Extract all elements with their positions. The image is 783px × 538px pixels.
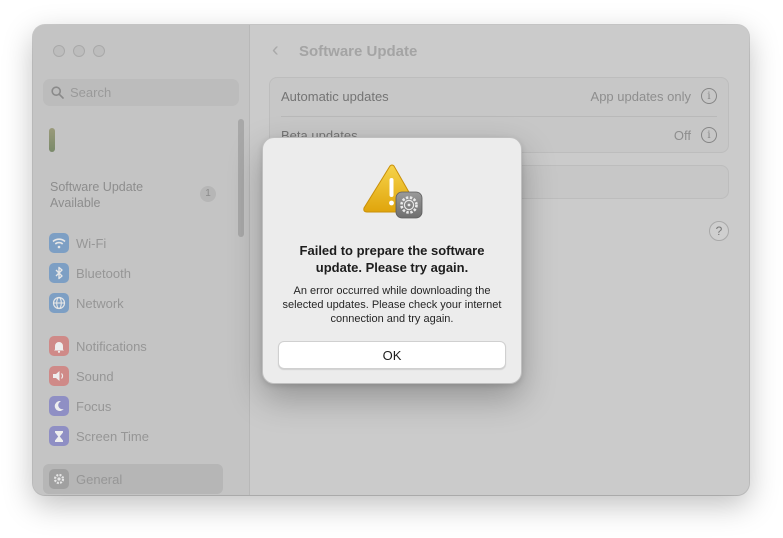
dialog-title: Failed to prepare the software update. P… bbox=[299, 243, 485, 275]
sidebar-item-network[interactable]: Network bbox=[49, 291, 124, 315]
software-update-available-item[interactable]: Software Update Available bbox=[50, 179, 180, 211]
sidebar: Search Software Update Available 1 Wi-Fi… bbox=[33, 25, 250, 495]
info-icon[interactable]: i bbox=[701, 88, 717, 104]
page-title: Software Update bbox=[299, 43, 418, 60]
search-placeholder: Search bbox=[70, 85, 112, 100]
sidebar-scrollbar[interactable] bbox=[238, 119, 244, 237]
beta-updates-value: Off bbox=[673, 127, 691, 143]
speaker-icon bbox=[49, 366, 69, 386]
sidebar-item-wifi[interactable]: Wi-Fi bbox=[49, 231, 106, 255]
avatar[interactable] bbox=[49, 128, 55, 152]
sidebar-item-label: General bbox=[76, 471, 123, 487]
warning-icon bbox=[363, 164, 423, 219]
sidebar-item-bluetooth[interactable]: Bluetooth bbox=[49, 261, 131, 285]
info-icon[interactable]: i bbox=[701, 127, 717, 143]
close-button[interactable] bbox=[53, 45, 65, 57]
automatic-updates-label: Automatic updates bbox=[281, 88, 389, 104]
search-icon bbox=[51, 86, 64, 99]
gear-icon bbox=[49, 469, 69, 489]
automatic-updates-row: Automatic updates App updates only i bbox=[281, 78, 717, 114]
sidebar-item-label: Screen Time bbox=[76, 428, 149, 444]
sidebar-item-label: Network bbox=[76, 295, 124, 311]
sidebar-item-label: Focus bbox=[76, 398, 112, 414]
sidebar-item-label: Bluetooth bbox=[76, 265, 131, 281]
globe-icon bbox=[49, 293, 69, 313]
automatic-updates-value: App updates only bbox=[590, 88, 691, 104]
moon-icon bbox=[49, 396, 69, 416]
wifi-icon bbox=[49, 233, 69, 253]
hourglass-icon bbox=[49, 426, 69, 446]
sidebar-item-focus[interactable]: Focus bbox=[49, 394, 111, 418]
sidebar-item-general[interactable]: General bbox=[49, 467, 122, 491]
sidebar-item-sound[interactable]: Sound bbox=[49, 364, 114, 388]
ok-button[interactable]: OK bbox=[278, 341, 506, 369]
back-chevron-icon[interactable]: ‹ bbox=[272, 39, 279, 62]
sidebar-item-label: Sound bbox=[76, 368, 114, 384]
zoom-button[interactable] bbox=[93, 45, 105, 57]
bell-icon bbox=[49, 336, 69, 356]
bluetooth-icon bbox=[49, 263, 69, 283]
help-button[interactable]: ? bbox=[709, 221, 729, 241]
dialog-message: An error occurred while downloading the … bbox=[282, 285, 502, 325]
window-controls bbox=[53, 45, 105, 57]
error-dialog: Failed to prepare the software update. P… bbox=[262, 137, 522, 384]
search-input[interactable]: Search bbox=[43, 79, 239, 106]
sidebar-item-notifications[interactable]: Notifications bbox=[49, 334, 147, 358]
sidebar-item-label: Wi-Fi bbox=[76, 235, 107, 251]
sidebar-item-label: Notifications bbox=[76, 338, 147, 354]
sidebar-item-screen-time[interactable]: Screen Time bbox=[49, 424, 149, 448]
minimize-button[interactable] bbox=[73, 45, 85, 57]
update-count-badge: 1 bbox=[200, 186, 216, 202]
